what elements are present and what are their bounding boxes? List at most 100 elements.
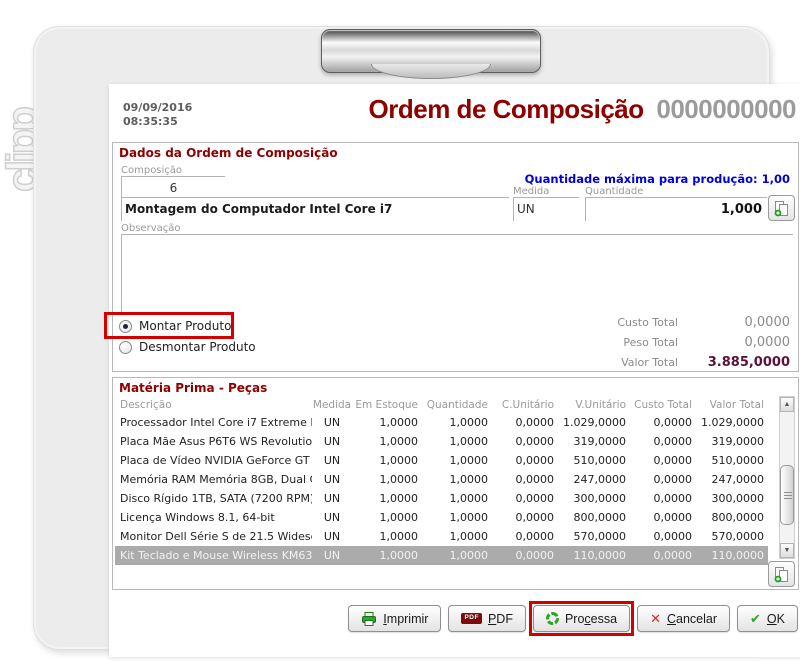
table-cell: 0,0000: [626, 530, 692, 543]
col-quantidade: Quantidade: [418, 399, 488, 411]
total-row-peso: Peso Total 0,0000: [560, 335, 790, 355]
table-cell: Monitor Dell Série S de 21.5 Widescreeb …: [115, 530, 312, 543]
scroll-down-icon[interactable]: ▼: [780, 543, 794, 558]
cancel-x-icon: ✕: [650, 611, 661, 627]
table-cell: Placa Mãe Asus P6T6 WS Revolution: [115, 435, 312, 448]
table-cell: 510,0000: [692, 454, 768, 467]
table-cell: 0,0000: [626, 473, 692, 486]
table-header: Descrição Medida Em Estoque Quantidade C…: [115, 396, 768, 413]
pdf-icon: PDF: [461, 613, 482, 624]
table-cell: 1,0000: [352, 435, 418, 448]
observacao-field[interactable]: [121, 234, 793, 312]
table-cell: 1,0000: [352, 511, 418, 524]
table-cell: UN: [312, 492, 352, 505]
custo-total-label: Custo Total: [617, 316, 678, 329]
section-materia-prima-title: Matéria Prima - Peças: [119, 381, 267, 395]
col-custo-total: Custo Total: [626, 399, 692, 411]
table-cell: 319,0000: [554, 435, 626, 448]
datetime: 09/09/2016 08:35:35: [123, 101, 192, 129]
table-cell: UN: [312, 549, 352, 562]
table-cell: 1,0000: [352, 473, 418, 486]
cancelar-button[interactable]: ✕ Cancelar: [637, 605, 730, 632]
table-cell: 0,0000: [626, 416, 692, 429]
table-row[interactable]: Monitor Dell Série S de 21.5 Widescreeb …: [115, 527, 768, 546]
table-cell: 1,0000: [418, 454, 488, 467]
produto-field[interactable]: Montagem do Computador Intel Core i7: [121, 197, 509, 221]
table-row[interactable]: Disco Rígido 1TB, SATA (7200 RPM)UN 1,000…: [115, 489, 768, 508]
table-cell: Memória RAM Memória 8GB, Dual Channel DD…: [115, 473, 312, 486]
table-cell: 0,0000: [488, 530, 554, 543]
radio-button-icon: [119, 320, 132, 333]
order-number: 0000000000: [656, 94, 796, 124]
table-cell: 319,0000: [692, 435, 768, 448]
date-text: 09/09/2016: [123, 101, 192, 115]
composicao-label: Composição: [121, 165, 182, 176]
imprimir-button[interactable]: Imprimir: [348, 605, 441, 632]
composicao-field[interactable]: 6: [121, 176, 225, 198]
quantidade-field[interactable]: 1,000: [585, 197, 767, 221]
table-row[interactable]: Licença Windows 8.1, 64-bitUN1,00001,000…: [115, 508, 768, 527]
table-cell: 1,0000: [418, 511, 488, 524]
parts-table: Descrição Medida Em Estoque Quantidade C…: [115, 396, 768, 565]
table-row[interactable]: Memória RAM Memória 8GB, Dual Channel DD…: [115, 470, 768, 489]
table-cell: 0,0000: [488, 416, 554, 429]
page: clipp 09/09/2016 08:35:35 Ordem de Compo…: [0, 0, 800, 661]
col-c-unitario: C.Unitário: [488, 399, 554, 411]
radio-button-icon: [119, 341, 132, 354]
table-row[interactable]: Placa de Vídeo NVIDIA GeForce GT 635 1GB…: [115, 451, 768, 470]
scrollbar-thumb[interactable]: [780, 465, 794, 525]
page-title: Ordem de Composição 0000000000: [369, 94, 796, 125]
table-cell: 300,0000: [554, 492, 626, 505]
table-cell: 1,0000: [418, 530, 488, 543]
total-row-custo: Custo Total 0,0000: [560, 315, 790, 335]
table-cell: 0,0000: [626, 492, 692, 505]
col-v-unitario: V.Unitário: [554, 399, 626, 411]
medida-field[interactable]: UN: [513, 197, 579, 221]
table-cell: Kit Teclado e Mouse Wireless KM632: [115, 549, 312, 562]
add-part-document-button[interactable]: [768, 561, 795, 587]
medida-label: Medida: [513, 186, 549, 197]
col-medida: Medida: [312, 399, 352, 411]
table-cell: UN: [312, 416, 352, 429]
scroll-up-icon[interactable]: ▲: [780, 397, 794, 412]
table-scrollbar[interactable]: ▲ ▼: [779, 396, 795, 559]
process-spinner-icon: [546, 612, 559, 625]
radio-montar-label: Montar Produto: [139, 319, 231, 333]
table-cell: 1,0000: [352, 416, 418, 429]
table-row[interactable]: Processador Intel Core i7 Extreme Editio…: [115, 413, 768, 432]
total-row-valor: Valor Total 3.885,0000: [560, 355, 790, 375]
radio-desmontar-produto[interactable]: Desmontar Produto: [119, 340, 256, 354]
table-cell: 0,0000: [488, 454, 554, 467]
custo-total-value: 0,0000: [700, 315, 790, 330]
table-cell: 510,0000: [554, 454, 626, 467]
processa-button[interactable]: Processa: [533, 605, 630, 632]
totals: Custo Total 0,0000 Peso Total 0,0000 Val…: [560, 315, 790, 375]
table-cell: 1,0000: [418, 473, 488, 486]
table-cell: Disco Rígido 1TB, SATA (7200 RPM): [115, 492, 312, 505]
quantidade-label: Quantidade: [585, 186, 643, 197]
table-cell: 110,0000: [554, 549, 626, 562]
table-cell: UN: [312, 530, 352, 543]
table-cell: 0,0000: [626, 454, 692, 467]
col-descricao: Descrição: [115, 399, 312, 411]
add-document-button[interactable]: [768, 195, 795, 221]
table-cell: 1,0000: [418, 492, 488, 505]
ok-button[interactable]: ✔ OK: [737, 605, 798, 632]
add-document-icon: [773, 566, 790, 583]
table-cell: Licença Windows 8.1, 64-bit: [115, 511, 312, 524]
valor-total-value: 3.885,0000: [700, 355, 790, 370]
radio-montar-produto[interactable]: Montar Produto: [119, 319, 231, 333]
radio-desmontar-label: Desmontar Produto: [139, 340, 256, 354]
table-row[interactable]: Placa Mãe Asus P6T6 WS RevolutionUN1,000…: [115, 432, 768, 451]
section-dados-title: Dados da Ordem de Composição: [119, 146, 338, 160]
table-cell: 1.029,0000: [692, 416, 768, 429]
table-cell: 1,0000: [352, 530, 418, 543]
peso-total-value: 0,0000: [700, 335, 790, 350]
table-cell: 0,0000: [488, 511, 554, 524]
table-cell: 0,0000: [626, 511, 692, 524]
table-cell: 247,0000: [692, 473, 768, 486]
pdf-button[interactable]: PDF PDF: [448, 605, 526, 632]
section-dados: Dados da Ordem de Composição Composição …: [112, 142, 799, 372]
section-materia-prima: Matéria Prima - Peças Descrição Medida E…: [112, 377, 799, 590]
table-row[interactable]: Kit Teclado e Mouse Wireless KM632UN1,00…: [115, 546, 768, 565]
